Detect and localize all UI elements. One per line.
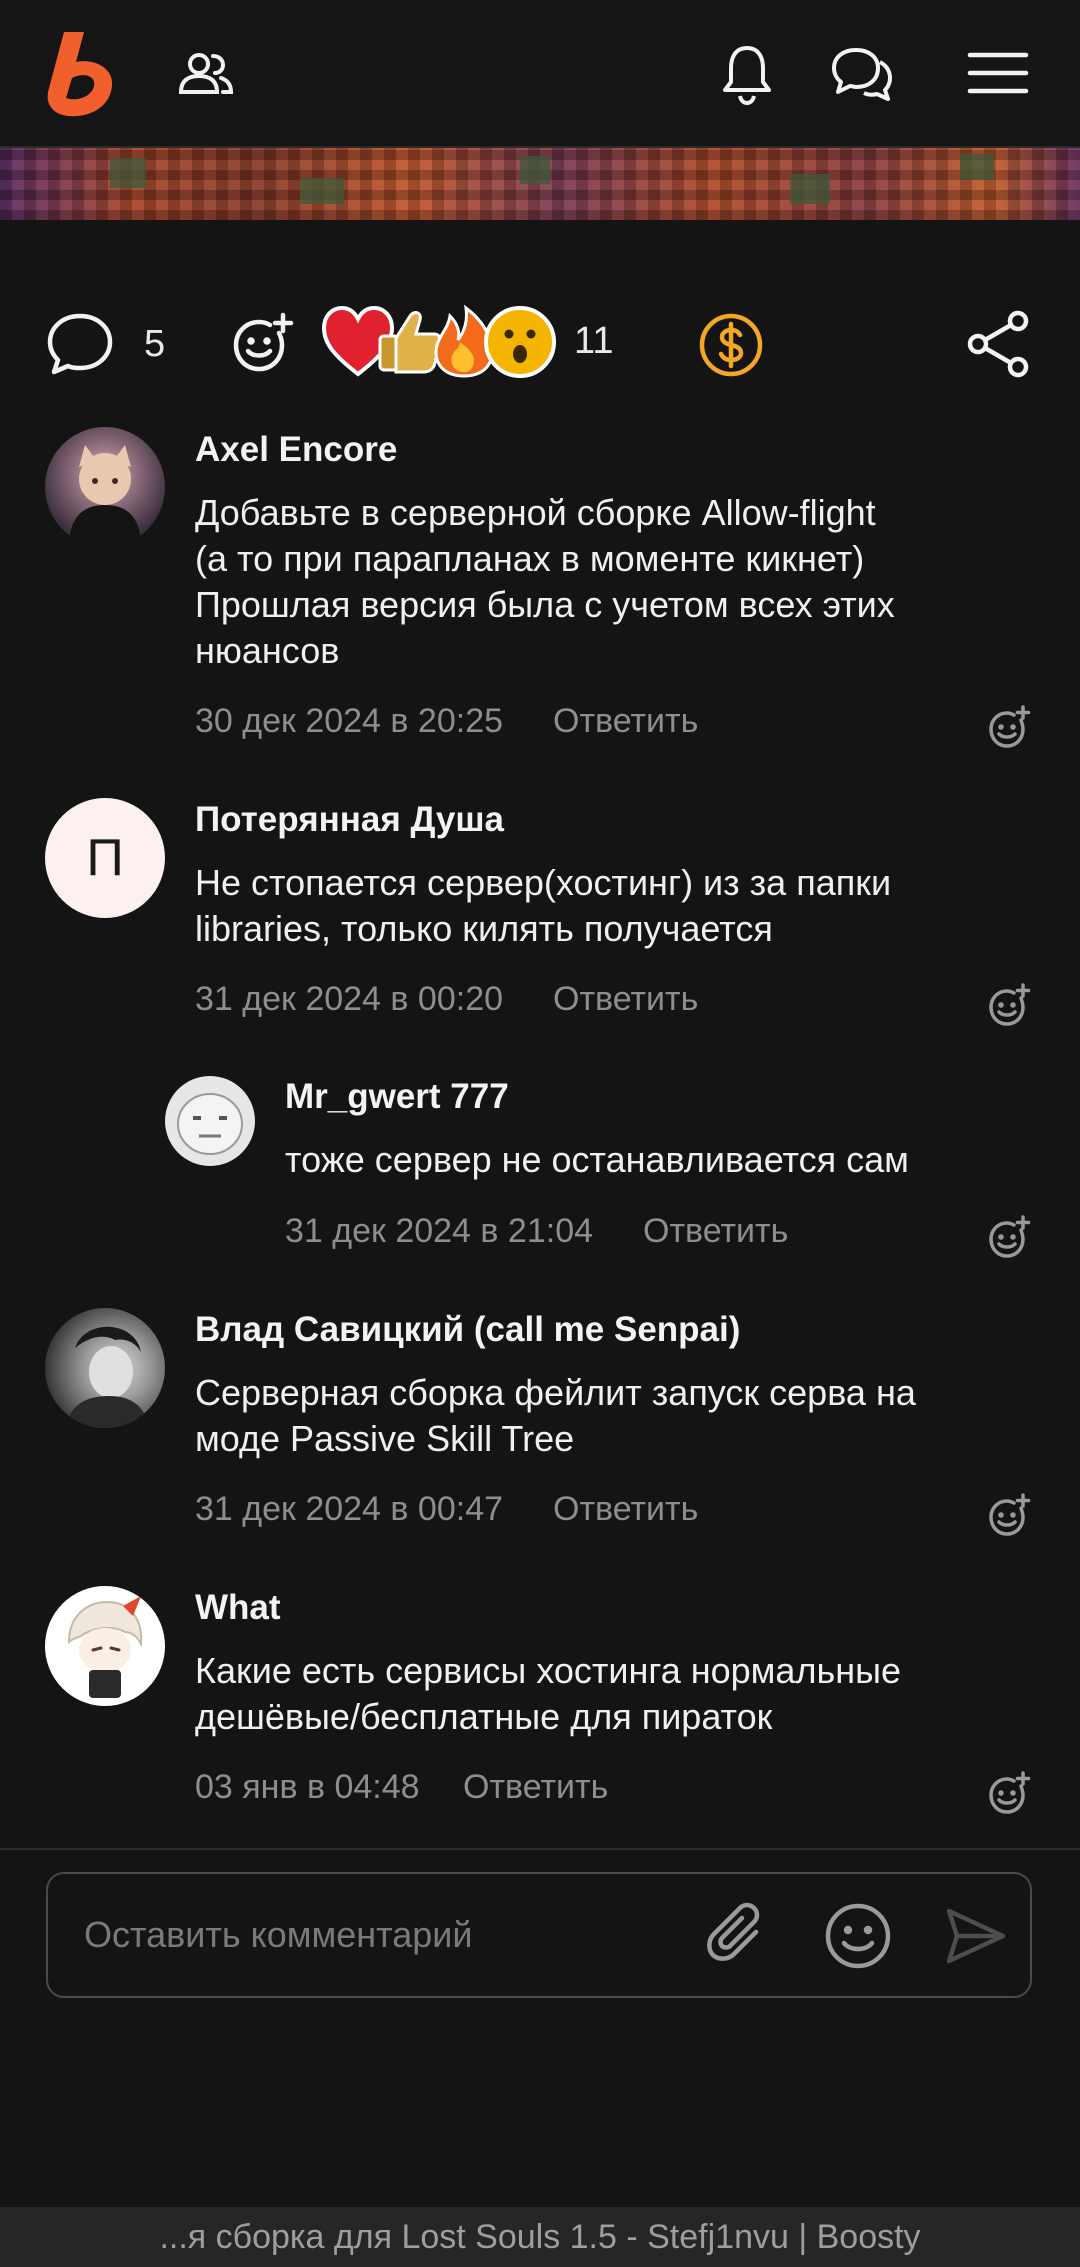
comment-text-line: Не стопается сервер(хостинг) из за папки [195,862,892,903]
avatar[interactable] [45,427,165,547]
comment-date: 03 янв в 04:48 [195,1768,420,1806]
comment-text-line: Серверная сборка фейлит запуск серва на [195,1372,916,1413]
donate-button[interactable] [694,308,768,382]
reply-button[interactable]: Ответить [643,1212,788,1251]
comments-count: 5 [144,322,166,365]
comment-date: 31 дек 2024 в 00:20 [195,980,504,1018]
share-icon [967,310,1029,378]
comment-text-line: тоже сервер не останавливается сам [285,1139,909,1180]
paperclip-icon[interactable] [702,1900,774,1972]
add-reaction-icon[interactable] [985,1770,1033,1818]
comment-text: Не стопается сервер(хостинг) из за папки… [195,860,1035,952]
avatar-letter: П [86,829,124,887]
reply-button[interactable]: Ответить [553,1490,698,1529]
comment-author[interactable]: What [195,1588,281,1628]
comment-author[interactable]: Потерянная Душа [195,800,504,840]
comment-input-placeholder[interactable]: Оставить комментарий [84,1914,473,1956]
add-reaction-button[interactable] [226,306,302,382]
comment-text-line: моде Passive Skill Tree [195,1418,575,1459]
smiley-icon[interactable] [822,1900,894,1972]
comment-text-line: Какие есть сервисы хостинга нормальные [195,1650,901,1691]
dollar-coin-icon [699,313,763,377]
add-reaction-icon[interactable] [985,982,1033,1030]
bell-icon[interactable] [712,36,782,112]
comment-text-line: Прошлая версия была с учетом всех этих [195,584,895,625]
comment-icon [47,313,113,375]
comment-text-line: дешёвые/бесплатные для пираток [195,1696,773,1737]
share-button[interactable] [962,306,1036,382]
divider [0,1848,1080,1850]
comment-date: 30 дек 2024 в 20:25 [195,702,504,740]
avatar[interactable] [45,1586,165,1706]
people-icon[interactable] [170,44,242,104]
chat-bubbles-icon[interactable] [826,38,898,110]
comment-text: Какие есть сервисы хостинга нормальные д… [195,1648,1035,1740]
top-bar [0,0,1080,148]
comment-author[interactable]: Axel Encore [195,430,397,470]
comment-text-line: Добавьте в серверной сборке Allow-flight [195,492,876,533]
send-icon[interactable] [942,1902,1010,1970]
avatar[interactable] [165,1076,255,1166]
comment-text: Добавьте в серверной сборке Allow-flight… [195,490,1035,674]
boosty-logo[interactable] [40,28,124,120]
fire-reaction-icon [434,304,494,378]
reply-button[interactable]: Ответить [463,1768,608,1807]
comment-text-line: libraries, только килять получается [195,908,773,949]
comment-author[interactable]: Mr_gwert 777 [285,1077,509,1117]
comment-date: 31 дек 2024 в 21:04 [285,1212,594,1250]
hamburger-menu-icon[interactable] [964,46,1032,100]
add-reaction-icon[interactable] [985,1492,1033,1540]
comment-text: Серверная сборка фейлит запуск серва на … [195,1370,1035,1462]
comment-text: тоже сервер не останавливается сам [285,1137,1035,1183]
reply-button[interactable]: Ответить [553,702,698,741]
comment-date: 31 дек 2024 в 00:47 [195,1490,504,1528]
page-title: ...я сборка для Lost Souls 1.5 - Stefj1n… [159,2217,921,2256]
post-cover-image [0,148,1080,220]
reactions-summary[interactable] [321,302,562,382]
comment-text-line: (а то при парапланах в моменте кикнет) [195,538,865,579]
comment-text-line: нюансов [195,630,340,671]
avatar[interactable] [45,1308,165,1428]
reactions-count: 11 [574,320,614,362]
comment-author[interactable]: Влад Савицкий (call me Senpai) [195,1310,740,1350]
page-title-bar: ...я сборка для Lost Souls 1.5 - Stefj1n… [0,2207,1080,2267]
comment-input[interactable]: Оставить комментарий [46,1872,1032,1998]
reply-button[interactable]: Ответить [553,980,698,1019]
add-reaction-icon[interactable] [985,1214,1033,1262]
avatar[interactable]: П [45,798,165,918]
wow-reaction-icon [484,306,556,378]
add-reaction-icon[interactable] [985,704,1033,752]
add-reaction-icon [233,312,294,372]
